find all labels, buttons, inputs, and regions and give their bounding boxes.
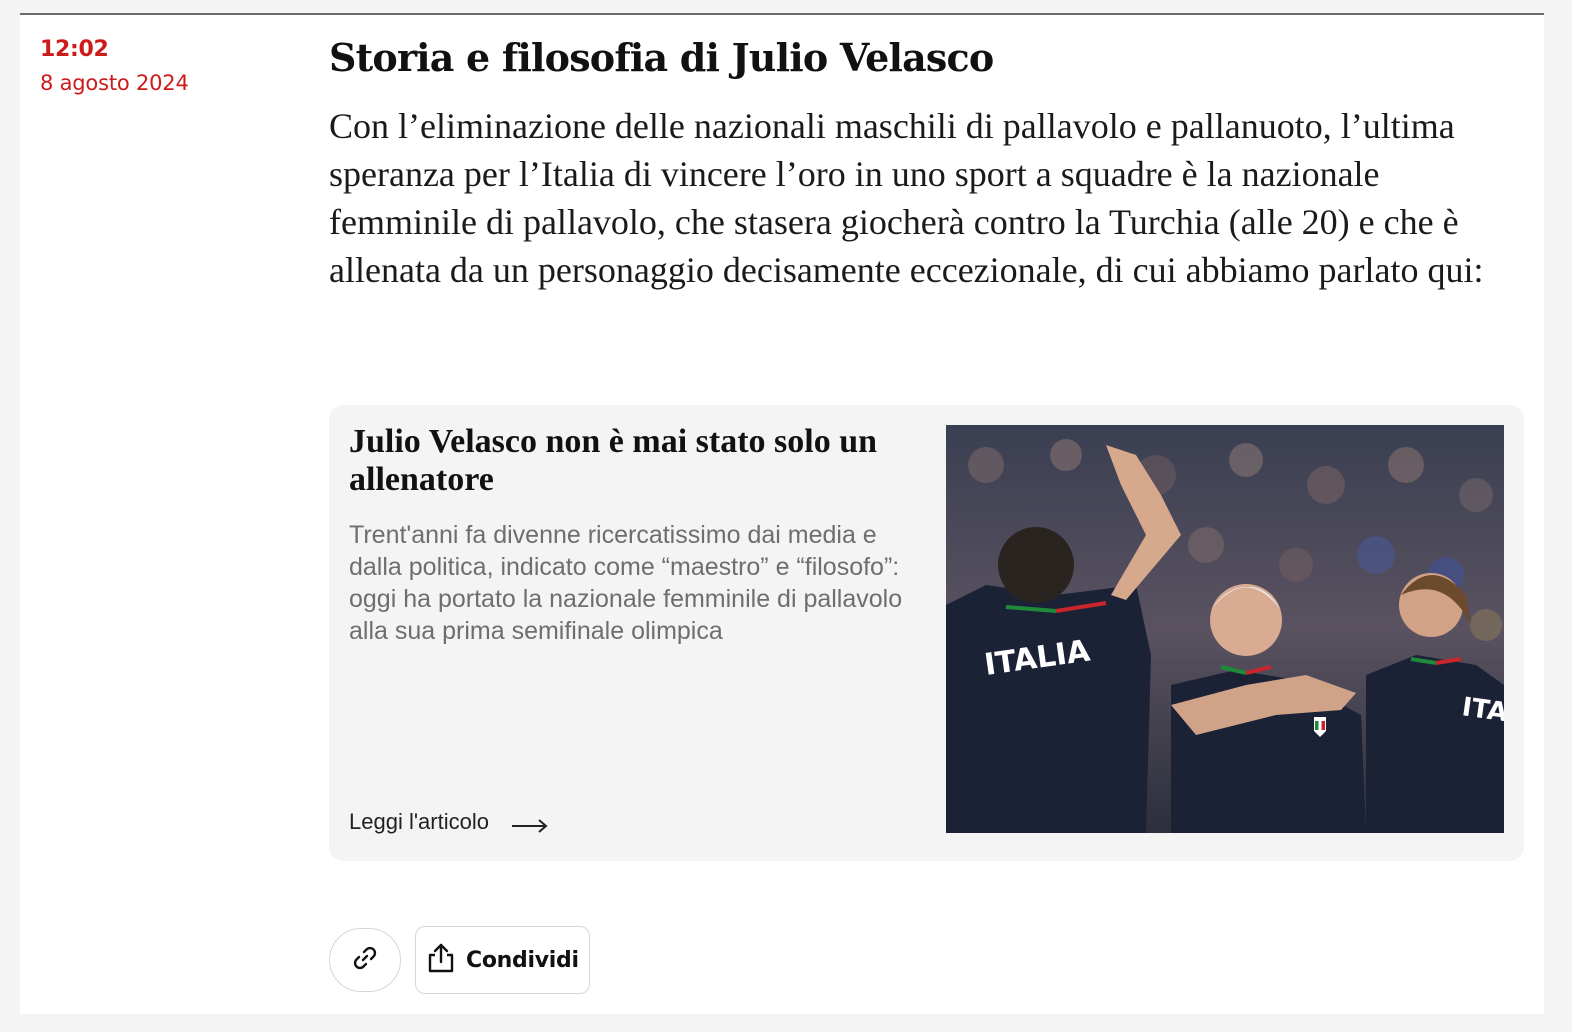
entry-time: 12:02	[40, 37, 109, 62]
arrow-right-icon	[511, 814, 549, 833]
related-article-card[interactable]: Julio Velasco non è mai stato solo un al…	[329, 405, 1524, 861]
entry-body: Con l’eliminazione delle nazionali masch…	[329, 106, 1484, 290]
card-photo[interactable]: ITALIA ITALIA	[946, 425, 1504, 833]
entry-date: 8 agosto 2024	[40, 71, 189, 95]
read-article-label: Leggi l'articolo	[349, 809, 489, 834]
card-title[interactable]: Julio Velasco non è mai stato solo un al…	[349, 423, 919, 499]
entry-title: Storia e filosofia di Julio Velasco	[329, 35, 994, 80]
copy-link-button[interactable]	[329, 928, 401, 992]
share-label: Condividi	[466, 947, 579, 973]
share-icon	[426, 942, 456, 979]
read-article-link[interactable]: Leggi l'articolo	[349, 809, 549, 835]
link-icon	[351, 944, 379, 977]
share-button[interactable]: Condividi	[415, 926, 590, 994]
live-entry: 12:02 8 agosto 2024 Storia e filosofia d…	[20, 13, 1544, 1014]
card-description: Trent'anni fa divenne ricercatissimo dai…	[349, 521, 903, 645]
